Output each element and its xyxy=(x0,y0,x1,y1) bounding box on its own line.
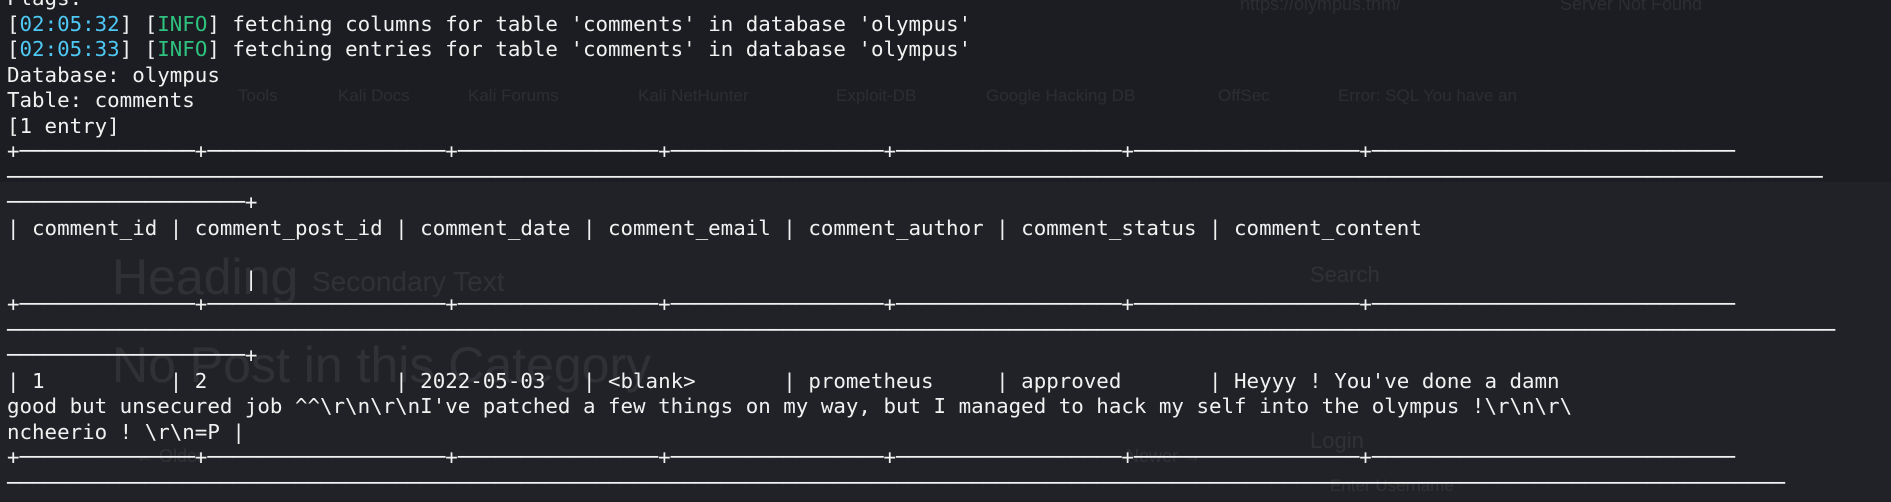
log-line: [02:05:33] [INFO] fetching entries for t… xyxy=(7,37,972,61)
terminal-line: ────────────────────────────────────────… xyxy=(7,317,1836,342)
log-message: fetching entries for table 'comments' in… xyxy=(232,37,972,61)
terminal-line: ncheerio ! \r\n=P | xyxy=(7,419,245,444)
terminal-line: ───────────────────+ xyxy=(7,343,258,367)
terminal-line: Table: comments xyxy=(7,88,195,112)
terminal-line: ────────────────────────────────────────… xyxy=(7,470,1785,495)
terminal-line: +──────────────+───────────────────+────… xyxy=(7,445,1735,469)
log-level: INFO xyxy=(157,11,208,36)
log-message: fetching columns for table 'comments' in… xyxy=(232,11,972,36)
terminal-line: +──────────────+───────────────────+────… xyxy=(7,139,1735,163)
terminal-line: ────────────────────────────────────────… xyxy=(7,164,1823,189)
terminal-line: Flags: xyxy=(7,0,1835,12)
terminal-line: ───────────────────+ xyxy=(7,496,1835,502)
terminal-line: | comment_id | comment_post_id | comment… xyxy=(7,215,1422,240)
terminal-line: [1 entry] xyxy=(7,113,120,138)
terminal-line: | 1 | 2 | 2022-05-03 | <blank> | prometh… xyxy=(7,368,1560,393)
terminal-line: ───────────────────+ xyxy=(7,190,258,214)
log-line: [02:05:32] [INFO] fetching columns for t… xyxy=(7,11,972,36)
log-timestamp: 02:05:32 xyxy=(19,11,120,36)
log-level: INFO xyxy=(157,37,208,61)
terminal-output: Flags: [02:05:32] [INFO] fetching column… xyxy=(7,0,1835,502)
terminal-line: +──────────────+───────────────────+────… xyxy=(7,292,1735,316)
log-timestamp: 02:05:33 xyxy=(19,37,120,61)
terminal-line: good but unsecured job ^^\r\n\r\nI've pa… xyxy=(7,394,1573,418)
terminal-line: | xyxy=(7,266,258,291)
terminal-line: Database: olympus xyxy=(7,62,220,87)
